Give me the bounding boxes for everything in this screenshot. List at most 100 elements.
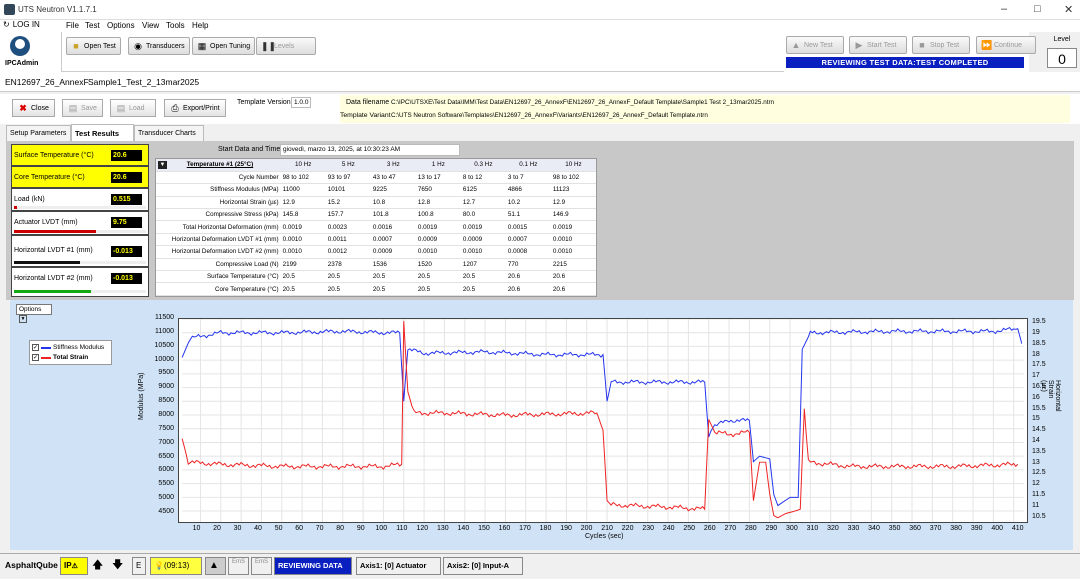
table-cell: 4866 <box>505 183 551 197</box>
menu-options[interactable]: Options <box>107 21 135 30</box>
row-label: Horizontal Deformation LVDT #2 (mm) <box>156 245 281 259</box>
maximize-icon[interactable]: □ <box>1034 3 1041 15</box>
chevron-down-icon: ▼ <box>19 315 27 324</box>
open-tuning-button[interactable]: ▦ Open Tuning <box>192 37 256 55</box>
y2-tick-label: 12 <box>1032 480 1040 488</box>
arrow-down-icon[interactable]: 🡇 <box>109 557 127 575</box>
minimize-icon[interactable]: – <box>1001 3 1007 15</box>
collapse-icon[interactable]: ▼ <box>158 160 167 169</box>
gauge-value: 20.6 <box>111 150 142 161</box>
table-cell: 43 to 47 <box>370 171 416 185</box>
menu-file[interactable]: File <box>66 21 79 30</box>
column-header: 0.1 Hz <box>505 159 551 172</box>
legend-item-stiffness[interactable]: ✓ Stiffness Modulus <box>32 344 104 351</box>
x-tick-label: 80 <box>336 525 345 532</box>
y2-tick-label: 18.5 <box>1032 339 1046 347</box>
login-button[interactable]: ↻ LOG IN <box>3 20 40 29</box>
table-cell: 0.0010 <box>280 245 326 259</box>
y2-tick-label: 14 <box>1032 437 1040 444</box>
test-status-banner: REVIEWING TEST DATA:TEST COMPLETED <box>786 57 1024 68</box>
data-filename-value: C:\IPC\UTSXE\Test Data\IMM\Test Data\EN1… <box>391 99 775 106</box>
legend-item-strain[interactable]: ✓ Total Strain <box>32 354 88 361</box>
y-tick-label: 9000 <box>158 383 174 391</box>
close-button[interactable]: ✖ Close <box>12 99 55 117</box>
table-row: Surface Temperature (°C) 20.5 20.5 20.5 20.5… <box>156 270 596 284</box>
start-test-button[interactable]: ▶ Start Test <box>849 36 907 54</box>
x-tick-label: 90 <box>356 525 365 532</box>
levels-button[interactable]: ❚❚ Levels <box>256 37 316 55</box>
new-test-button[interactable]: ▲ New Test <box>786 36 844 54</box>
menu-tools[interactable]: Tools <box>166 21 185 30</box>
open-test-button[interactable]: ■ Open Test <box>66 37 121 55</box>
template-variant-value: C:\UTS Neutron Software\Templates\EN1269… <box>391 112 708 119</box>
table-cell: 20.6 <box>550 282 596 296</box>
lock-icon[interactable]: ▲ <box>205 557 226 575</box>
gauge-label: Horizontal LVDT #2 (mm) <box>14 275 93 282</box>
x-tick-label: 20 <box>213 525 221 532</box>
continue-button[interactable]: ⏩ Continue <box>976 36 1036 54</box>
x-tick-label: 250 <box>683 525 696 532</box>
chart-plot[interactable] <box>178 318 1028 523</box>
tab-template[interactable]: EN12697_26_AnnexF <box>5 77 89 87</box>
stop-test-button[interactable]: ■ Stop Test <box>912 36 970 54</box>
gauge-bar-fill <box>14 261 80 264</box>
x-tick-label: 380 <box>950 525 962 532</box>
tab-sample[interactable]: Sample1_Test_2_13mar2025 <box>88 77 199 87</box>
y-tick-label: 11500 <box>155 314 174 321</box>
load-button[interactable]: ▤ Load <box>110 99 156 117</box>
y-tick-label: 5000 <box>158 494 174 502</box>
status-ip-indicator[interactable]: IP⚠ <box>60 557 88 575</box>
actuator-lvdt-gauge: Actuator LVDT (mm) 9.75 <box>11 211 149 235</box>
close-window-icon[interactable]: ✕ <box>1064 3 1073 16</box>
avatar[interactable] <box>10 36 30 56</box>
tab-setup-parameters[interactable]: Setup Parameters <box>6 125 71 141</box>
gauge-value: -0.013 <box>111 273 142 284</box>
legend-checkbox[interactable]: ✓ <box>32 354 39 361</box>
legend-checkbox[interactable]: ✓ <box>32 344 39 351</box>
results-table: ▼ Temperature #1 (25°C) 10 Hz 5 Hz 3 Hz … <box>155 158 597 297</box>
status-e-button[interactable]: E <box>132 557 146 575</box>
row-label: Horizontal Strain (µε) <box>156 196 281 210</box>
tab-test-results[interactable]: Test Results <box>71 124 134 141</box>
table-cell: 0.0010 <box>280 233 326 247</box>
start-date-value: giovedì, marzo 13, 2025, at 10:30:23 AM <box>280 144 460 156</box>
y2-tick-label: 12.5 <box>1032 469 1046 477</box>
table-cell: 20.6 <box>550 270 596 284</box>
load-icon: ▤ <box>116 103 126 113</box>
horizontal-lvdt-1-gauge: Horizontal LVDT #1 (mm) -0.013 <box>11 235 149 267</box>
table-cell: 100.8 <box>415 208 461 222</box>
menu-bar: ↻ LOG IN File Test Options View Tools Hel… <box>0 20 1080 32</box>
table-cell: 0.0011 <box>325 233 371 247</box>
table-cell: 0.0019 <box>460 220 506 234</box>
y-tick-label: 10500 <box>154 341 174 349</box>
horizontal-lvdt-2-gauge: Horizontal LVDT #2 (mm) -0.013 <box>11 267 149 297</box>
x-tick-label: 150 <box>478 525 490 532</box>
table-cell: 1536 <box>370 258 416 272</box>
template-variant-label: Template Variant <box>340 112 391 119</box>
temperature-header-label: Temperature #1 (25°C) <box>186 160 254 168</box>
level-value: 0 <box>1047 48 1077 68</box>
temperature-header[interactable]: ▼ Temperature #1 (25°C) <box>156 159 281 172</box>
row-label: Total Horizontal Deformation (mm) <box>156 220 281 234</box>
y2-tick-label: 17.5 <box>1032 361 1046 369</box>
table-cell: 0.0016 <box>370 220 416 234</box>
arrow-up-icon[interactable]: 🡅 <box>89 557 107 575</box>
table-row: Cycle Number 98 to 102 93 to 97 43 to 47 13 … <box>156 171 596 185</box>
chart-options-dropdown[interactable]: Options ▼ <box>16 304 52 324</box>
core-temperature-gauge: Core Temperature (°C) 20.6 <box>11 166 149 188</box>
menu-test[interactable]: Test <box>85 21 100 30</box>
export-print-button[interactable]: ⎙ Export/Print <box>164 99 226 117</box>
save-button[interactable]: ▤ Save <box>62 99 103 117</box>
y-tick-label: 8000 <box>158 410 174 418</box>
gauge-label: Actuator LVDT (mm) <box>14 219 78 226</box>
x-tick-label: 10 <box>192 525 201 532</box>
lightbulb-icon: 💡 <box>154 561 164 570</box>
menu-view[interactable]: View <box>142 21 159 30</box>
template-version-label: Template Version <box>237 99 291 106</box>
menu-help[interactable]: Help <box>192 21 208 30</box>
gauge-bar-fill <box>14 290 91 293</box>
tab-transducer-charts[interactable]: Transducer Charts <box>134 125 204 141</box>
table-cell: 0.0010 <box>550 245 596 259</box>
table-cell: 15.2 <box>325 196 371 210</box>
transducers-button[interactable]: ◉ Transducers <box>128 37 190 55</box>
